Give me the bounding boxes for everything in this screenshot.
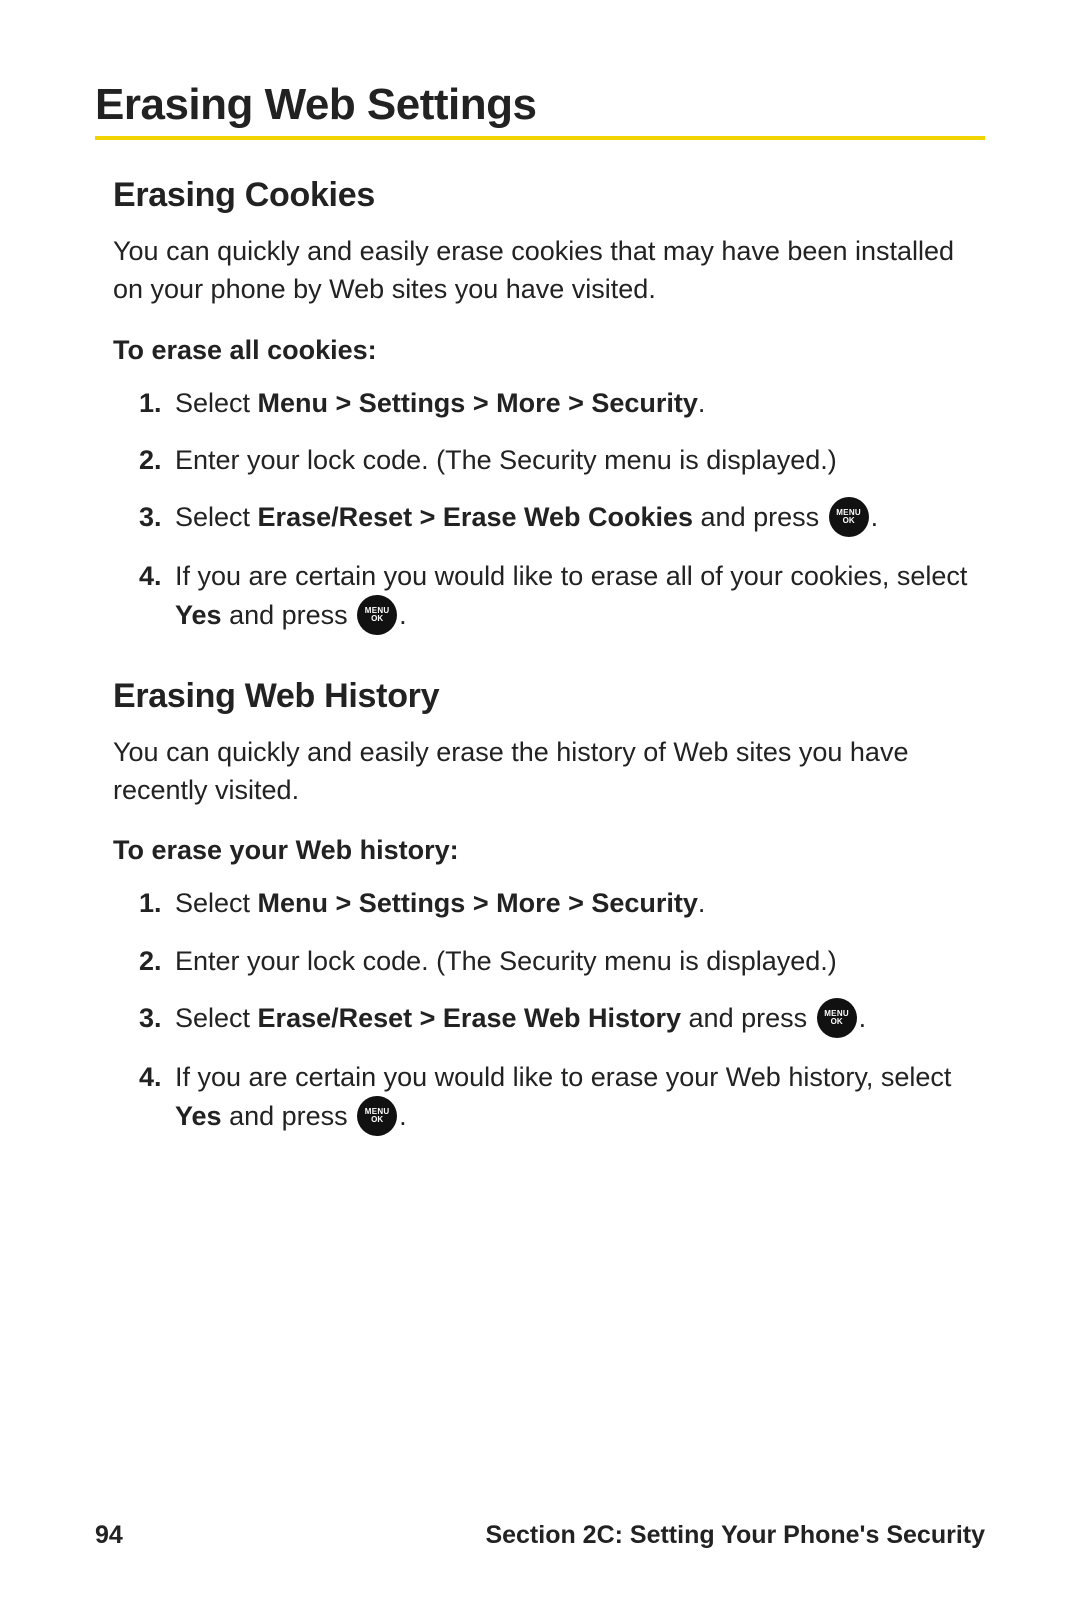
section-label: Section 2C: Setting Your Phone's Securit… <box>485 1521 985 1550</box>
section-erasing-cookies: Erasing Cookies You can quickly and easi… <box>95 176 985 1138</box>
page-title: Erasing Web Settings <box>95 80 985 140</box>
menu-ok-icon: MENUOK <box>817 998 857 1038</box>
subhead-cookies: Erasing Cookies <box>113 176 985 215</box>
procedure-label-history: To erase your Web history: <box>113 835 985 866</box>
step: Select Menu > Settings > More > Security… <box>139 884 985 923</box>
intro-cookies: You can quickly and easily erase cookies… <box>113 233 985 309</box>
intro-history: You can quickly and easily erase the his… <box>113 734 985 810</box>
subhead-history: Erasing Web History <box>113 677 985 716</box>
step: Select Erase/Reset > Erase Web History a… <box>139 999 985 1040</box>
steps-cookies: Select Menu > Settings > More > Security… <box>113 384 985 637</box>
page-footer: 94 Section 2C: Setting Your Phone's Secu… <box>0 1521 1080 1550</box>
menu-ok-icon: MENUOK <box>357 1096 397 1136</box>
step: If you are certain you would like to era… <box>139 1058 985 1138</box>
procedure-label-cookies: To erase all cookies: <box>113 335 985 366</box>
menu-ok-icon: MENUOK <box>357 595 397 635</box>
menu-ok-icon: MENUOK <box>829 497 869 537</box>
step: If you are certain you would like to era… <box>139 557 985 637</box>
step: Select Menu > Settings > More > Security… <box>139 384 985 423</box>
steps-history: Select Menu > Settings > More > Security… <box>113 884 985 1137</box>
step: Enter your lock code. (The Security menu… <box>139 441 985 480</box>
step: Select Erase/Reset > Erase Web Cookies a… <box>139 498 985 539</box>
page-number: 94 <box>95 1521 123 1550</box>
step: Enter your lock code. (The Security menu… <box>139 942 985 981</box>
